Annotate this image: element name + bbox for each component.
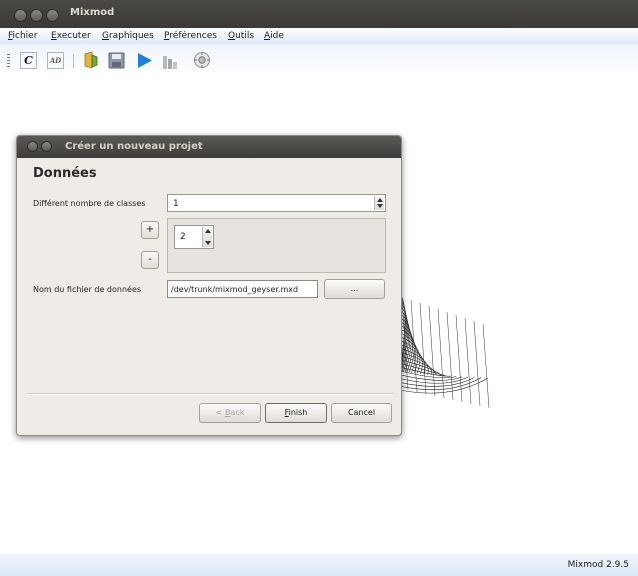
dialog-titlebar: Créer un nouveau projet [17,136,401,158]
save-icon[interactable] [108,52,125,72]
surface-mesh-line [473,320,481,407]
dialog-separator [27,393,393,395]
minimize-window-icon[interactable] [30,9,43,22]
surface-mesh-line [446,311,454,401]
graphics-icon[interactable] [162,53,179,72]
version-label: Mixmod 2.9.5 [567,560,629,570]
back-button-prefix: < [215,408,225,417]
classes-label: Différent nombre de classes [33,199,146,208]
menu-executer-label: xecuter [56,31,91,41]
surface-mesh-line [482,323,490,409]
maximize-window-icon[interactable] [46,9,59,22]
menu-aide[interactable]: Aide [264,31,284,41]
class-count-spinbox[interactable]: 2 [174,225,214,249]
surface-plot [390,285,500,425]
menu-fichier-label: ichier [12,31,38,41]
surface-mesh-line [399,374,463,381]
menu-graphiques-label: raphiques [108,31,154,41]
run-icon[interactable] [136,52,153,72]
new-project-dialog: Créer un nouveau projet Données Différen… [16,135,402,436]
menu-bar: Fichier Executer Graphiques Préférences … [0,28,638,44]
surface-mesh-line [437,308,445,399]
close-window-icon[interactable] [14,9,27,22]
back-button-label: ack [230,408,245,417]
menu-graphiques-mnemonic: G [102,31,109,41]
ad-icon[interactable]: AD [47,52,64,69]
menu-outils-label: utils [235,31,255,41]
dialog-close-icon[interactable] [27,141,38,152]
window-title: Mixmod [70,7,115,18]
class-count-value: 2 [180,232,186,242]
classes-spinbox[interactable]: 1 [167,194,386,212]
cancel-button[interactable]: Cancel [331,403,392,423]
open-project-icon[interactable] [82,51,100,72]
classes-value: 1 [173,199,179,209]
file-label: Nom du fichier de données [33,285,142,294]
classes-group: 2 [167,218,386,273]
preferences-icon[interactable] [193,51,211,72]
menu-executer[interactable]: Executer [51,31,91,41]
menu-aide-label: ide [270,31,284,41]
menu-fichier[interactable]: Fichier [8,31,37,41]
toolbar-separator [73,54,74,68]
classes-spin-arrows[interactable] [374,196,384,210]
finish-button[interactable]: Finish [265,403,327,423]
surface-mesh-line [455,314,463,403]
surface-mesh-line [428,305,436,397]
menu-outils[interactable]: Outils [228,31,254,41]
dialog-maximize-icon[interactable] [41,141,52,152]
window-titlebar: Mixmod [0,0,638,28]
surface-mesh-line [399,377,482,390]
data-file-input[interactable]: /dev/trunk/mixmod_geyser.mxd [167,280,318,298]
toolbar: C AD [0,44,638,76]
menu-preferences[interactable]: Préférences [164,31,217,41]
add-class-button[interactable]: + [141,221,159,239]
browse-button[interactable]: ... [324,279,385,299]
page-heading: Données [33,166,97,181]
dialog-title: Créer un nouveau projet [65,141,203,152]
surface-mesh-line [464,317,472,405]
back-button[interactable]: < Back [199,403,261,423]
menu-preferences-label: références [169,31,217,41]
finish-button-label: inish [288,408,308,417]
surface-mesh-line [419,302,427,395]
menu-graphiques[interactable]: Graphiques [102,31,154,41]
class-count-spin-arrows[interactable] [202,227,212,247]
remove-class-button[interactable]: - [141,251,159,269]
status-bar: Mixmod 2.9.5 [0,554,638,576]
toolbar-grip[interactable] [7,54,10,68]
c-icon[interactable]: C [20,52,37,69]
